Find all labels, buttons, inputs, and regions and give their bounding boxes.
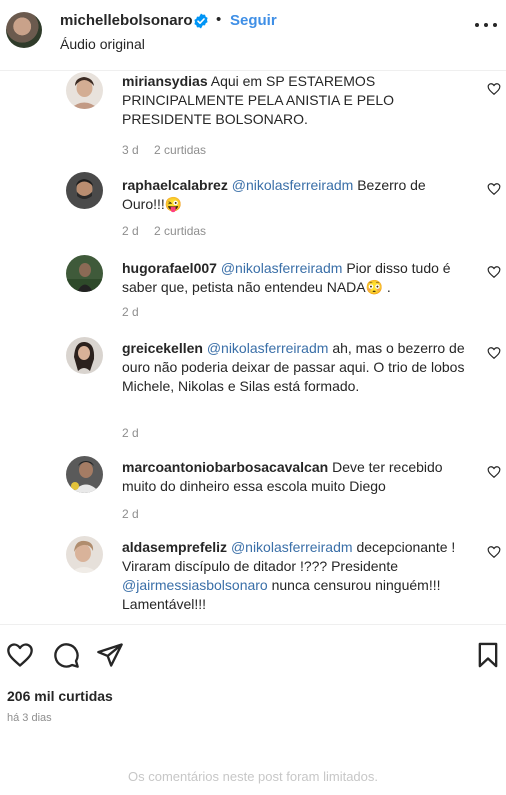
comment-text: miriansydias Aqui em SP ESTAREMOS PRINCI… [122, 72, 467, 129]
comment-text: hugorafael007 @nikolasferreiradm Pior di… [122, 259, 467, 297]
comment-mention[interactable]: @nikolasferreiradm [207, 340, 329, 356]
comment-likes[interactable]: 2 curtidas [154, 143, 206, 157]
comment-item: marcoantoniobarbosacavalcan Deve ter rec… [0, 456, 506, 526]
commenter-avatar[interactable] [66, 172, 103, 209]
commenter-avatar[interactable] [66, 536, 103, 573]
heart-icon[interactable] [6, 641, 34, 669]
comment-item: greicekellen @nikolasferreiradm ah, mas … [0, 337, 506, 447]
comment-icon[interactable] [52, 641, 80, 669]
divider [0, 70, 506, 71]
comment-item: aldasemprefeliz @nikolasferreiradm decep… [0, 536, 506, 624]
separator: • [216, 11, 222, 28]
follow-button[interactable]: Seguir [230, 12, 277, 29]
heart-icon[interactable] [487, 82, 501, 96]
comment-text: aldasemprefeliz @nikolasferreiradm decep… [122, 538, 467, 614]
author-avatar[interactable] [6, 12, 42, 48]
commenter-avatar[interactable] [66, 456, 103, 493]
comment-meta: 2 d 2 curtidas [122, 224, 206, 238]
commenter-avatar[interactable] [66, 337, 103, 374]
action-bar [0, 636, 506, 672]
comment-username[interactable]: raphaelcalabrez [122, 177, 228, 193]
comment-meta: 3 d 2 curtidas [122, 143, 206, 157]
commenter-avatar[interactable] [66, 255, 103, 292]
comment-time: 2 d [122, 305, 139, 319]
heart-icon[interactable] [487, 265, 501, 279]
comment-text: raphaelcalabrez @nikolasferreiradm Bezer… [122, 176, 467, 214]
share-icon[interactable] [96, 641, 124, 669]
comment-username[interactable]: aldasemprefeliz [122, 539, 227, 555]
comment-time: 2 d [122, 426, 139, 440]
comment-item: hugorafael007 @nikolasferreiradm Pior di… [0, 255, 506, 325]
comment-item: miriansydias Aqui em SP ESTAREMOS PRINCI… [0, 72, 506, 162]
verified-icon [194, 13, 208, 29]
comment-username[interactable]: hugorafael007 [122, 260, 217, 276]
heart-icon[interactable] [487, 182, 501, 196]
comment-likes[interactable]: 2 curtidas [154, 224, 206, 238]
comments-limited-notice: Os comentários neste post foram limitado… [128, 769, 378, 784]
comment-mention[interactable]: @nikolasferreiradm [232, 177, 354, 193]
comment-meta: 2 d [122, 507, 139, 521]
comment-text: marcoantoniobarbosacavalcan Deve ter rec… [122, 458, 467, 496]
comment-time: 3 d [122, 143, 139, 157]
comment-username[interactable]: marcoantoniobarbosacavalcan [122, 459, 328, 475]
post-header: michellebolsonaro • Seguir Áudio origina… [0, 0, 506, 68]
comment-meta: 2 d [122, 305, 139, 319]
comment-mention-2[interactable]: @jairmessiasbolsonaro [122, 577, 268, 593]
heart-icon[interactable] [487, 545, 501, 559]
bookmark-icon[interactable] [474, 641, 502, 669]
post-likes-count[interactable]: 206 mil curtidas [7, 688, 113, 704]
audio-label[interactable]: Áudio original [60, 36, 145, 52]
comment-username[interactable]: miriansydias [122, 73, 208, 89]
more-icon[interactable] [474, 14, 498, 34]
comment-mention[interactable]: @nikolasferreiradm [221, 260, 343, 276]
author-username[interactable]: michellebolsonaro [60, 12, 193, 29]
heart-icon[interactable] [487, 346, 501, 360]
comment-text: greicekellen @nikolasferreiradm ah, mas … [122, 339, 467, 396]
comment-mention[interactable]: @nikolasferreiradm [231, 539, 353, 555]
heart-icon[interactable] [487, 465, 501, 479]
comment-item: raphaelcalabrez @nikolasferreiradm Bezer… [0, 172, 506, 242]
comment-time: 2 d [122, 224, 139, 238]
divider [0, 624, 506, 625]
commenter-avatar[interactable] [66, 72, 103, 109]
comment-meta: 2 d [122, 426, 139, 440]
post-timestamp: há 3 dias [7, 712, 52, 724]
comment-username[interactable]: greicekellen [122, 340, 203, 356]
comment-time: 2 d [122, 507, 139, 521]
